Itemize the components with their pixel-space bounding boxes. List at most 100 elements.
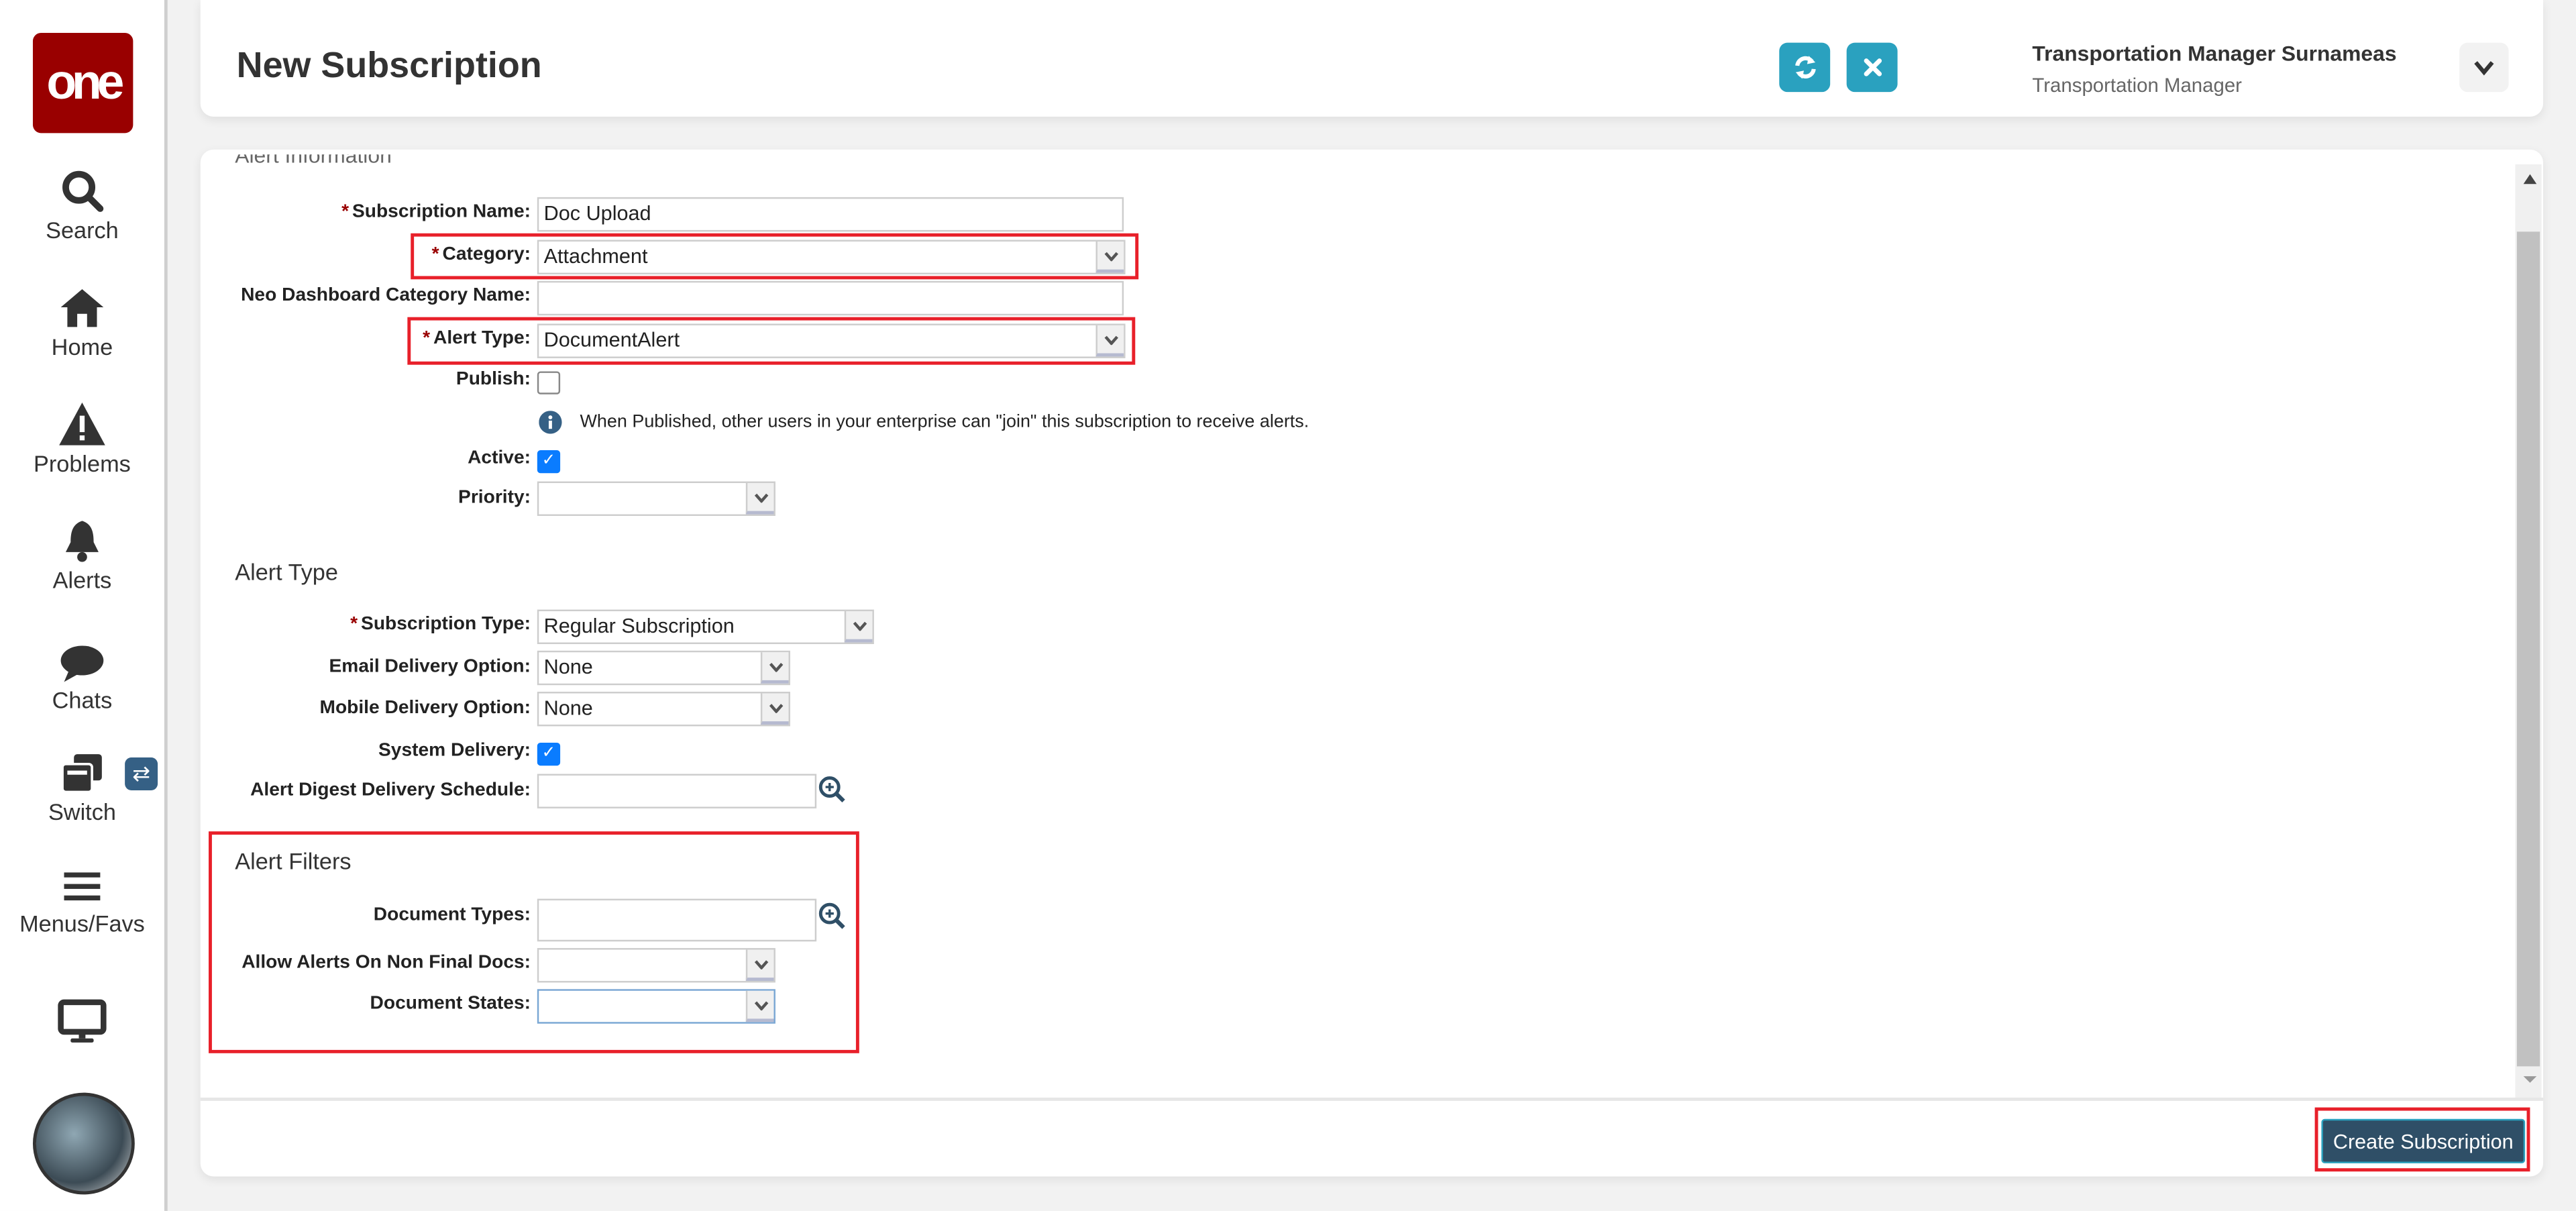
subscription-form: Alert Information *Subscription Name: Do… [200, 149, 2544, 1177]
scroll-up-icon[interactable] [2522, 172, 2538, 186]
bell-icon [65, 521, 99, 562]
sidebar-item-label: Search [46, 217, 119, 244]
category-label: * Category: [202, 245, 531, 264]
required-mark: * [341, 202, 350, 222]
section-heading-partial: Alert Information [235, 154, 392, 164]
chevron-down-icon[interactable] [844, 611, 873, 643]
alert-type-label: * Alert Type: [202, 329, 531, 348]
required-mark: * [350, 614, 358, 635]
subscription-type-select[interactable]: Regular Subscription [537, 609, 874, 645]
chevron-down-icon[interactable] [1095, 325, 1124, 357]
chat-icon [60, 645, 104, 682]
close-button[interactable] [1846, 42, 1898, 93]
user-role: Transportation Manager [2032, 74, 2242, 97]
chevron-down-icon[interactable] [760, 693, 789, 725]
system-delivery-checkbox[interactable]: ✓ [537, 742, 561, 766]
document-states-select[interactable] [537, 989, 775, 1024]
priority-label: Priority: [458, 488, 531, 508]
mobile-delivery-value: None [543, 696, 593, 720]
sidebar-item-search[interactable]: Search [0, 168, 164, 244]
sidebar-item-menus-favs[interactable]: Menus/Favs [0, 867, 164, 937]
publish-info-text: When Published, other users in your ente… [580, 412, 1309, 433]
document-states-label: Document States: [370, 994, 531, 1014]
lookup-search-icon[interactable] [818, 776, 847, 804]
allow-non-final-label: Allow Alerts On Non Final Docs: [241, 953, 531, 973]
chevron-down-icon[interactable] [1095, 242, 1124, 273]
document-types-label: Document Types: [373, 905, 531, 925]
refresh-icon [1794, 56, 1815, 79]
chevron-down-icon[interactable] [745, 483, 774, 515]
user-menu-button[interactable] [2459, 42, 2509, 93]
sidebar-item-label: Alerts [52, 566, 112, 594]
close-icon [1863, 58, 1881, 76]
footer-divider [200, 1097, 2544, 1101]
alert-type-value: DocumentAlert [543, 328, 680, 352]
switch-badge-icon[interactable]: ⇄ [125, 757, 158, 790]
sidebar-item-label: Switch [48, 798, 116, 825]
page-title: New Subscription [236, 44, 542, 86]
section-heading-alert-filters: Alert Filters [235, 847, 352, 874]
subscription-type-label: * Subscription Type: [202, 615, 531, 634]
info-icon [539, 411, 562, 434]
subscription-name-input[interactable]: Doc Upload [537, 197, 1124, 232]
user-avatar[interactable] [32, 1092, 135, 1195]
active-checkbox[interactable]: ✓ [537, 450, 561, 474]
sidebar-item-label: Home [51, 333, 113, 360]
label-text: Category: [442, 244, 531, 265]
alert-type-select[interactable]: DocumentAlert [537, 323, 1126, 358]
publish-label: Publish: [455, 370, 531, 390]
section-heading-alert-type: Alert Type [235, 558, 338, 585]
label-text: Subscription Type: [361, 614, 531, 635]
digest-schedule-label: Alert Digest Delivery Schedule: [250, 780, 531, 800]
mobile-delivery-select[interactable]: None [537, 692, 790, 727]
sidebar: one Search Home Problems Alerts Chats Sw… [0, 0, 168, 1211]
system-delivery-label: System Delivery: [378, 741, 531, 761]
allow-non-final-select[interactable] [537, 948, 775, 983]
logo-text: one [46, 55, 124, 109]
document-types-input[interactable] [537, 898, 817, 942]
active-label: Active: [468, 448, 531, 468]
switch-icon [61, 754, 102, 794]
sidebar-item-monitor[interactable] [0, 999, 164, 1048]
user-name: Transportation Manager Surnameas [2032, 41, 2397, 66]
sidebar-item-problems[interactable]: Problems [0, 401, 164, 477]
monitor-icon [58, 999, 107, 1043]
chevron-down-icon [2474, 61, 2494, 76]
chevron-down-icon[interactable] [745, 949, 774, 982]
sidebar-item-chats[interactable]: Chats [0, 644, 164, 713]
email-delivery-select[interactable]: None [537, 650, 790, 686]
neo-dashboard-category-input[interactable] [537, 280, 1124, 316]
neo-dashboard-category-label: Neo Dashboard Category Name: [241, 286, 531, 306]
required-mark: * [431, 244, 439, 265]
digest-schedule-input[interactable] [537, 774, 817, 808]
sidebar-item-home[interactable]: Home [0, 284, 164, 360]
email-delivery-label: Email Delivery Option: [329, 657, 531, 677]
sidebar-item-label: Chats [52, 686, 113, 713]
publish-checkbox[interactable] [537, 371, 561, 394]
scrollbar-thumb[interactable] [2516, 231, 2540, 1067]
subscription-type-value: Regular Subscription [543, 614, 735, 638]
create-subscription-button[interactable]: Create Subscription [2321, 1118, 2526, 1163]
mobile-delivery-label: Mobile Delivery Option: [319, 698, 531, 719]
chevron-down-icon[interactable] [760, 652, 789, 684]
category-value: Attachment [543, 244, 648, 268]
refresh-button[interactable] [1779, 42, 1831, 93]
lookup-search-icon[interactable] [818, 902, 847, 931]
email-delivery-value: None [543, 655, 593, 679]
required-mark: * [423, 328, 431, 349]
category-select[interactable]: Attachment [537, 240, 1126, 274]
priority-select[interactable] [537, 481, 775, 516]
scroll-down-icon[interactable] [2522, 1075, 2538, 1085]
chevron-down-icon[interactable] [745, 990, 774, 1022]
label-text: Subscription Name: [352, 202, 531, 222]
subscription-name-label: * Subscription Name: [202, 202, 531, 221]
menu-icon [64, 872, 101, 901]
app-logo[interactable]: one [32, 32, 133, 134]
sidebar-item-alerts[interactable]: Alerts [0, 517, 164, 593]
sidebar-item-label: Menus/Favs [19, 910, 145, 937]
sidebar-item-label: Problems [34, 450, 131, 477]
warning-icon [59, 403, 105, 445]
home-icon [60, 289, 104, 327]
page-header: New Subscription Transportation Manager … [200, 0, 2544, 117]
label-text: Alert Type: [433, 328, 531, 349]
